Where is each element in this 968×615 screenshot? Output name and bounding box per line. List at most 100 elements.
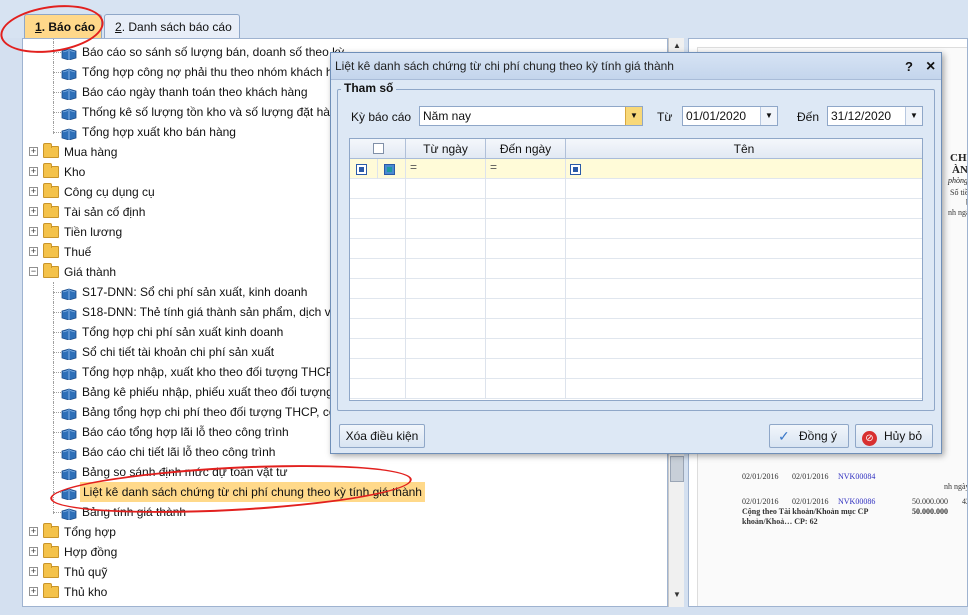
grid-cell[interactable] [486, 179, 566, 199]
close-icon[interactable]: × [926, 53, 935, 80]
collapse-icon[interactable]: − [29, 267, 38, 276]
grid-cell[interactable] [350, 379, 406, 399]
grid-cell[interactable] [406, 199, 486, 219]
filter-check-icon[interactable] [384, 164, 395, 175]
grid-row[interactable] [350, 339, 922, 359]
grid-row[interactable] [350, 239, 922, 259]
grid-cell[interactable] [486, 239, 566, 259]
preview-row2-code[interactable]: NVK00086 [838, 497, 875, 506]
filter-cell-name[interactable] [566, 159, 922, 179]
scroll-down-icon[interactable]: ▼ [671, 590, 683, 602]
scroll-thumb[interactable] [670, 456, 684, 482]
grid-cell[interactable] [350, 319, 406, 339]
tree-folder[interactable]: + Tổng hợp [23, 522, 667, 542]
clear-conditions-button[interactable]: Xóa điều kiện [339, 424, 425, 448]
grid-header-name[interactable]: Tên [566, 139, 922, 159]
grid-cell[interactable] [350, 279, 406, 299]
grid-cell[interactable] [406, 299, 486, 319]
period-select[interactable]: Năm nay ▼ [419, 106, 643, 126]
to-date-picker[interactable]: 31/12/2020 ▼ [827, 106, 923, 126]
grid-cell[interactable] [566, 199, 922, 219]
grid-cell[interactable] [406, 279, 486, 299]
grid-cell[interactable] [486, 379, 566, 399]
grid-cell[interactable] [566, 379, 922, 399]
grid-header-from[interactable]: Từ ngày [406, 139, 486, 159]
grid-row[interactable] [350, 179, 922, 199]
grid-cell[interactable] [486, 259, 566, 279]
grid-cell[interactable] [566, 299, 922, 319]
select-all-checkbox[interactable] [373, 143, 384, 154]
expand-icon[interactable]: + [29, 227, 38, 236]
ok-button[interactable]: ✓ Đồng ý [769, 424, 849, 448]
grid-cell[interactable] [486, 359, 566, 379]
expand-icon[interactable]: + [29, 527, 38, 536]
grid-row[interactable] [350, 199, 922, 219]
grid-cell[interactable] [486, 319, 566, 339]
grid-cell[interactable] [406, 379, 486, 399]
grid-cell[interactable] [350, 299, 406, 319]
tree-folder[interactable]: + Thủ quỹ [23, 562, 667, 582]
grid-cell[interactable] [566, 359, 922, 379]
cancel-button[interactable]: ⊘ Hủy bỏ [855, 424, 933, 448]
grid-cell[interactable] [486, 199, 566, 219]
grid-cell[interactable] [566, 339, 922, 359]
grid-row[interactable] [350, 379, 922, 399]
filter-cell-from[interactable]: = [406, 159, 486, 179]
grid-cell[interactable] [406, 179, 486, 199]
expand-icon[interactable]: + [29, 207, 38, 216]
grid-cell[interactable] [406, 239, 486, 259]
filter-cell-to[interactable]: = [486, 159, 566, 179]
grid-row[interactable] [350, 279, 922, 299]
filter-name-icon[interactable] [570, 164, 581, 175]
grid-cell[interactable] [486, 299, 566, 319]
grid-cell[interactable] [406, 259, 486, 279]
grid-row[interactable] [350, 259, 922, 279]
grid-cell[interactable] [406, 219, 486, 239]
grid-cell[interactable] [350, 259, 406, 279]
expand-icon[interactable]: + [29, 247, 38, 256]
grid-row[interactable] [350, 319, 922, 339]
grid-cell[interactable] [350, 359, 406, 379]
expand-icon[interactable]: + [29, 547, 38, 556]
from-date-picker[interactable]: 01/01/2020 ▼ [682, 106, 778, 126]
grid-filter-row[interactable]: = = [350, 159, 922, 179]
filter-row-icon[interactable] [356, 164, 367, 175]
grid-cell[interactable] [566, 219, 922, 239]
help-icon[interactable]: ? [905, 53, 913, 80]
grid-row[interactable] [350, 359, 922, 379]
filter-from-operator[interactable]: = [410, 160, 417, 174]
expand-icon[interactable]: + [29, 587, 38, 596]
grid-cell[interactable] [350, 339, 406, 359]
period-grid[interactable]: Từ ngày Đến ngày Tên = = [349, 138, 923, 401]
grid-cell[interactable] [406, 319, 486, 339]
preview-row1-code[interactable]: NVK00084 [838, 472, 875, 481]
chevron-down-icon[interactable]: ▼ [625, 107, 642, 125]
filter-cell-row[interactable] [350, 159, 378, 179]
grid-cell[interactable] [566, 259, 922, 279]
grid-cell[interactable] [566, 279, 922, 299]
filter-to-operator[interactable]: = [490, 160, 497, 174]
tab-report-list[interactable]: 2. Danh sách báo cáo [104, 14, 240, 39]
grid-cell[interactable] [486, 279, 566, 299]
grid-cell[interactable] [406, 339, 486, 359]
grid-cell[interactable] [486, 339, 566, 359]
calendar-dropdown-icon[interactable]: ▼ [905, 107, 922, 125]
grid-header-select[interactable] [350, 139, 406, 159]
grid-cell[interactable] [566, 319, 922, 339]
grid-cell[interactable] [486, 219, 566, 239]
expand-icon[interactable]: + [29, 187, 38, 196]
grid-cell[interactable] [350, 219, 406, 239]
calendar-dropdown-icon[interactable]: ▼ [760, 107, 777, 125]
grid-cell[interactable] [350, 239, 406, 259]
grid-header-to[interactable]: Đến ngày [486, 139, 566, 159]
expand-icon[interactable]: + [29, 567, 38, 576]
tree-folder[interactable]: + Thủ kho [23, 582, 667, 602]
grid-cell[interactable] [566, 179, 922, 199]
grid-row[interactable] [350, 299, 922, 319]
expand-icon[interactable]: + [29, 147, 38, 156]
grid-row[interactable] [350, 219, 922, 239]
filter-cell-check[interactable] [378, 159, 406, 179]
grid-cell[interactable] [406, 359, 486, 379]
expand-icon[interactable]: + [29, 167, 38, 176]
tree-folder[interactable]: + Hợp đồng [23, 542, 667, 562]
